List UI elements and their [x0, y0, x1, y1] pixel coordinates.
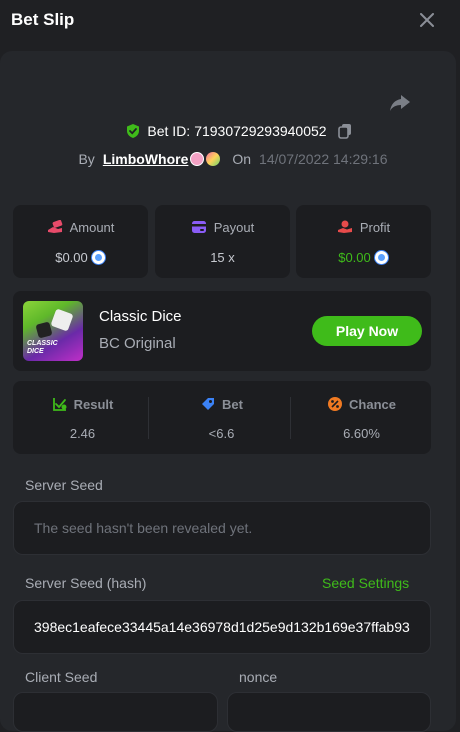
clown-emoji-icon: [190, 152, 205, 166]
nonce-label: nonce: [239, 669, 278, 685]
bet-id-row: Bet ID: 71930729293940052: [0, 123, 460, 142]
percent-icon: [328, 397, 343, 411]
result-label: Result: [73, 397, 114, 412]
bet-author-row: By LimboWhore On 14/07/2022 14:29:16: [0, 151, 460, 167]
bet-timestamp: 14/07/2022 14:29:16: [259, 151, 388, 167]
bet-slip-title: Bet Slip: [11, 10, 75, 29]
game-name: Classic Dice: [99, 308, 182, 325]
black-die-icon: [35, 321, 53, 339]
bet-metric: Bet <6.6: [152, 381, 291, 454]
profit-hand-icon: [337, 220, 352, 233]
divider: [290, 397, 291, 439]
by-label: By: [78, 151, 95, 167]
payout-value: 15 x: [210, 250, 235, 265]
lollipop-emoji-icon: [206, 152, 221, 166]
profit-label: Profit: [359, 220, 391, 235]
coin-icon: [90, 250, 106, 265]
copy-icon[interactable]: [337, 123, 353, 139]
close-icon[interactable]: [420, 13, 434, 27]
bet-label: Bet: [222, 397, 243, 412]
shield-check-icon: [127, 124, 140, 138]
username[interactable]: LimboWhore: [103, 151, 189, 167]
game-provider: BC Original: [99, 335, 176, 352]
bet-id: 71930729293940052: [194, 123, 327, 139]
white-die-icon: [50, 308, 74, 332]
result-value: 2.46: [69, 426, 96, 441]
money-hand-icon: [47, 220, 62, 233]
seed-settings-link[interactable]: Seed Settings: [322, 575, 409, 591]
nonce-field[interactable]: [227, 692, 431, 732]
amount-value: $0.00: [55, 250, 88, 265]
client-seed-label: Client Seed: [25, 669, 98, 685]
bet-id-label: Bet ID:: [147, 123, 191, 139]
user-link[interactable]: LimboWhore: [103, 151, 221, 167]
bet-metrics: Result 2.46 Bet <6.6 Chance 6.60%: [13, 381, 431, 454]
game-thumbnail[interactable]: CLASSIC DICE: [23, 301, 83, 361]
card-icon: [191, 221, 206, 233]
chart-check-icon: [52, 398, 67, 411]
chance-metric: Chance 6.60%: [292, 381, 431, 454]
amount-card: Amount $0.00: [13, 205, 148, 278]
thumb-text-dice: DICE: [27, 348, 44, 355]
chance-label: Chance: [349, 397, 396, 412]
thumb-text-classic: CLASSIC: [27, 340, 58, 347]
amount-label: Amount: [69, 220, 115, 235]
share-icon[interactable]: [389, 93, 411, 113]
client-seed-field[interactable]: [13, 692, 218, 732]
coin-icon: [373, 250, 389, 265]
payout-label: Payout: [213, 220, 255, 235]
server-seed-hash-field[interactable]: 398ec1eafece33445a14e36978d1d25e9d132b16…: [13, 600, 431, 654]
payout-card: Payout 15 x: [155, 205, 290, 278]
divider: [148, 397, 149, 439]
profit-value: $0.00: [338, 250, 371, 265]
server-seed-label: Server Seed: [25, 477, 103, 493]
server-seed-field[interactable]: The seed hasn't been revealed yet.: [13, 501, 431, 555]
tag-icon: [202, 398, 215, 410]
result-metric: Result 2.46: [13, 381, 152, 454]
game-card: CLASSIC DICE Classic Dice BC Original Pl…: [13, 291, 431, 371]
profit-card: Profit $0.00: [296, 205, 431, 278]
chance-value: 6.60%: [343, 426, 380, 441]
bet-value: <6.6: [208, 426, 235, 441]
server-seed-hash-label: Server Seed (hash): [25, 575, 147, 591]
play-now-button[interactable]: Play Now: [312, 316, 422, 346]
header: Bet Slip: [0, 0, 460, 42]
on-label: On: [232, 151, 252, 167]
